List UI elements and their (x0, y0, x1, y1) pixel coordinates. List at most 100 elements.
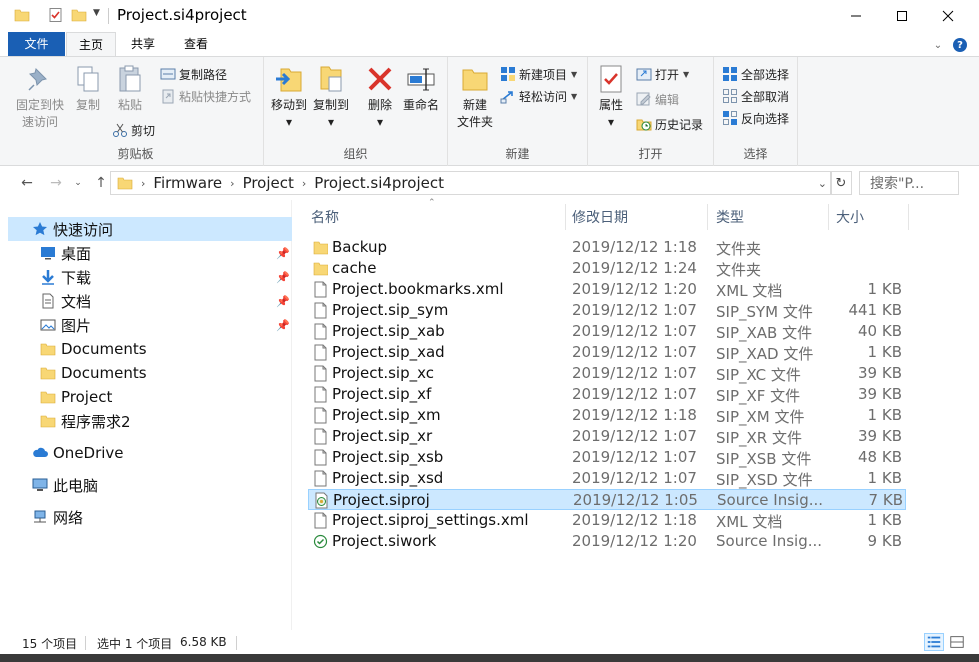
copy-button[interactable]: 复制 (70, 63, 106, 114)
organize-group: 移动到 ▾ 复制到 ▾ 删除 ▾ 重命名 组织 (264, 57, 448, 166)
new-item-icon (501, 67, 515, 81)
nav-documents[interactable]: 文档 📌 (8, 289, 292, 313)
forward-arrow-icon[interactable]: → (46, 174, 66, 192)
pin-icon[interactable]: 📌 (276, 247, 290, 260)
collapse-ribbon-chevron-icon[interactable]: ⌄ (931, 38, 945, 52)
file-row[interactable]: cache 2019/12/12 1:24 文件夹 (308, 258, 906, 279)
nav-quick-access[interactable]: 快速访问 (8, 217, 292, 241)
nav-onedrive[interactable]: OneDrive (8, 441, 292, 465)
properties-button[interactable]: 属性 ▾ (594, 63, 628, 131)
column-header-date[interactable]: 修改日期 (572, 206, 628, 230)
delete-button[interactable]: 删除 ▾ (364, 63, 396, 131)
new-item-caret: ▼ (571, 69, 578, 79)
refresh-button[interactable]: ↻ (830, 171, 852, 195)
paste-button[interactable]: 粘贴 (112, 63, 148, 114)
pin-quick-access-button[interactable]: 固定到快 速访问 (14, 63, 66, 131)
search-input[interactable]: 搜索"P... (859, 171, 959, 195)
nav-folder-documents-1[interactable]: Documents (8, 337, 292, 361)
customize-quick-access-caret[interactable]: ▼ (93, 8, 100, 18)
history-button[interactable]: 历史记录 (636, 114, 703, 134)
cut-button[interactable]: 剪切 (112, 120, 155, 140)
details-view-button[interactable] (924, 633, 944, 651)
properties-label: 属性 ▾ (598, 98, 623, 129)
help-icon[interactable]: ? (953, 38, 967, 52)
file-row[interactable]: Backup 2019/12/12 1:18 文件夹 (308, 237, 906, 258)
file-row[interactable]: Project.sip_xf 2019/12/12 1:07 SIP_XF 文件 39… (308, 384, 906, 405)
address-dropdown-chevron-icon[interactable]: ⌄ (818, 177, 827, 190)
file-row[interactable]: Project.sip_xad 2019/12/12 1:07 SIP_XAD 文件… (308, 342, 906, 363)
folder-icon[interactable] (14, 7, 30, 23)
tab-file[interactable]: 文件 (8, 32, 65, 56)
nav-this-pc[interactable]: 此电脑 (8, 473, 292, 497)
nav-network[interactable]: 网络 (8, 505, 292, 529)
recent-locations-chevron-icon[interactable]: ⌄ (72, 174, 84, 192)
nav-downloads[interactable]: 下载 📌 (8, 265, 292, 289)
edit-button[interactable]: 编辑 (636, 89, 679, 109)
back-arrow-icon[interactable]: ← (17, 174, 37, 192)
new-item-button[interactable]: 新建项目 ▼ (500, 64, 577, 84)
column-divider[interactable] (908, 204, 909, 230)
rename-button[interactable]: 重命名 (400, 63, 442, 114)
nav-onedrive-label: OneDrive (53, 444, 124, 462)
pin-icon[interactable]: 📌 (276, 271, 290, 284)
nav-folder-project[interactable]: Project (8, 385, 292, 409)
paste-shortcut-button[interactable]: 粘贴快捷方式 (160, 86, 251, 106)
column-divider[interactable] (707, 204, 708, 230)
large-icons-view-button[interactable] (947, 633, 967, 651)
file-row[interactable]: Project.siproj_settings.xml 2019/12/12 1:… (308, 510, 906, 531)
invert-selection-button[interactable]: 反向选择 (722, 108, 789, 128)
file-size: 48 KB (858, 448, 902, 466)
breadcrumb-project[interactable]: Project (239, 174, 298, 192)
open-button[interactable]: 打开 ▼ (636, 64, 689, 84)
pin-icon[interactable]: 📌 (276, 295, 290, 308)
select-none-button[interactable]: 全部取消 (722, 86, 789, 106)
breadcrumb-firmware[interactable]: Firmware (149, 174, 226, 192)
move-to-button[interactable]: 移动到 ▾ (270, 63, 308, 131)
copy-to-icon (320, 66, 342, 92)
file-row[interactable]: Project.sip_sym 2019/12/12 1:07 SIP_SYM 文件… (308, 300, 906, 321)
copy-path-button[interactable]: 复制路径 (160, 64, 227, 84)
select-group-label: 选择 (743, 147, 768, 161)
nav-desktop[interactable]: 桌面 📌 (8, 241, 292, 265)
copy-to-button[interactable]: 复制到 ▾ (312, 63, 350, 131)
column-divider[interactable] (565, 204, 566, 230)
up-arrow-icon[interactable]: ↑ (91, 174, 111, 192)
file-row[interactable]: Project.siproj 2019/12/12 1:05 Source Insi… (308, 489, 906, 510)
file-type: SIP_XAD 文件 (716, 345, 814, 363)
status-bar: 15 个项目 选中 1 个项目 6.58 KB (0, 630, 979, 654)
file-row[interactable]: Project.siwork 2019/12/12 1:20 Source Insi… (308, 531, 906, 552)
new-folder-button[interactable]: 新建 文件夹 (454, 63, 496, 131)
properties-icon[interactable] (48, 7, 64, 23)
file-row[interactable]: Project.bookmarks.xml 2019/12/12 1:20 XML … (308, 279, 906, 300)
column-divider[interactable] (828, 204, 829, 230)
folder-icon (313, 241, 328, 255)
easy-access-button[interactable]: 轻松访问 ▼ (500, 86, 577, 106)
file-row[interactable]: Project.sip_xsd 2019/12/12 1:07 SIP_XSD 文件… (308, 468, 906, 489)
select-all-button[interactable]: 全部选择 (722, 64, 789, 84)
file-type: Source Insig... (717, 491, 824, 509)
edit-label: 编辑 (655, 92, 680, 107)
column-header-name[interactable]: 名称 (311, 206, 339, 230)
pin-icon[interactable]: 📌 (276, 319, 290, 332)
nav-pictures[interactable]: 图片 📌 (8, 313, 292, 337)
maximize-button[interactable] (879, 0, 925, 32)
nav-folder-documents-2[interactable]: Documents (8, 361, 292, 385)
file-row[interactable]: Project.sip_xm 2019/12/12 1:18 SIP_XM 文件 1 … (308, 405, 906, 426)
file-row[interactable]: Project.sip_xab 2019/12/12 1:07 SIP_XAB 文件… (308, 321, 906, 342)
breadcrumb-si4project[interactable]: Project.si4project (310, 174, 448, 192)
desktop-icon (41, 247, 55, 260)
address-bar[interactable]: › Firmware › Project › Project.si4projec… (110, 171, 832, 195)
tab-share[interactable]: 共享 (118, 32, 168, 56)
file-name: Project.sip_xad (332, 343, 445, 361)
close-button[interactable] (925, 0, 971, 32)
column-header-size[interactable]: 大小 (836, 206, 864, 230)
minimize-button[interactable] (833, 0, 879, 32)
file-row[interactable]: Project.sip_xr 2019/12/12 1:07 SIP_XR 文件 39… (308, 426, 906, 447)
tab-home[interactable]: 主页 (66, 32, 116, 56)
column-header-type[interactable]: 类型 (716, 206, 744, 230)
nav-folder-requirements[interactable]: 程序需求2 (8, 409, 292, 433)
file-row[interactable]: Project.sip_xc 2019/12/12 1:07 SIP_XC 文件 39… (308, 363, 906, 384)
new-folder-icon[interactable] (71, 7, 87, 23)
tab-view[interactable]: 查看 (170, 32, 222, 56)
file-row[interactable]: Project.sip_xsb 2019/12/12 1:07 SIP_XSB 文件… (308, 447, 906, 468)
